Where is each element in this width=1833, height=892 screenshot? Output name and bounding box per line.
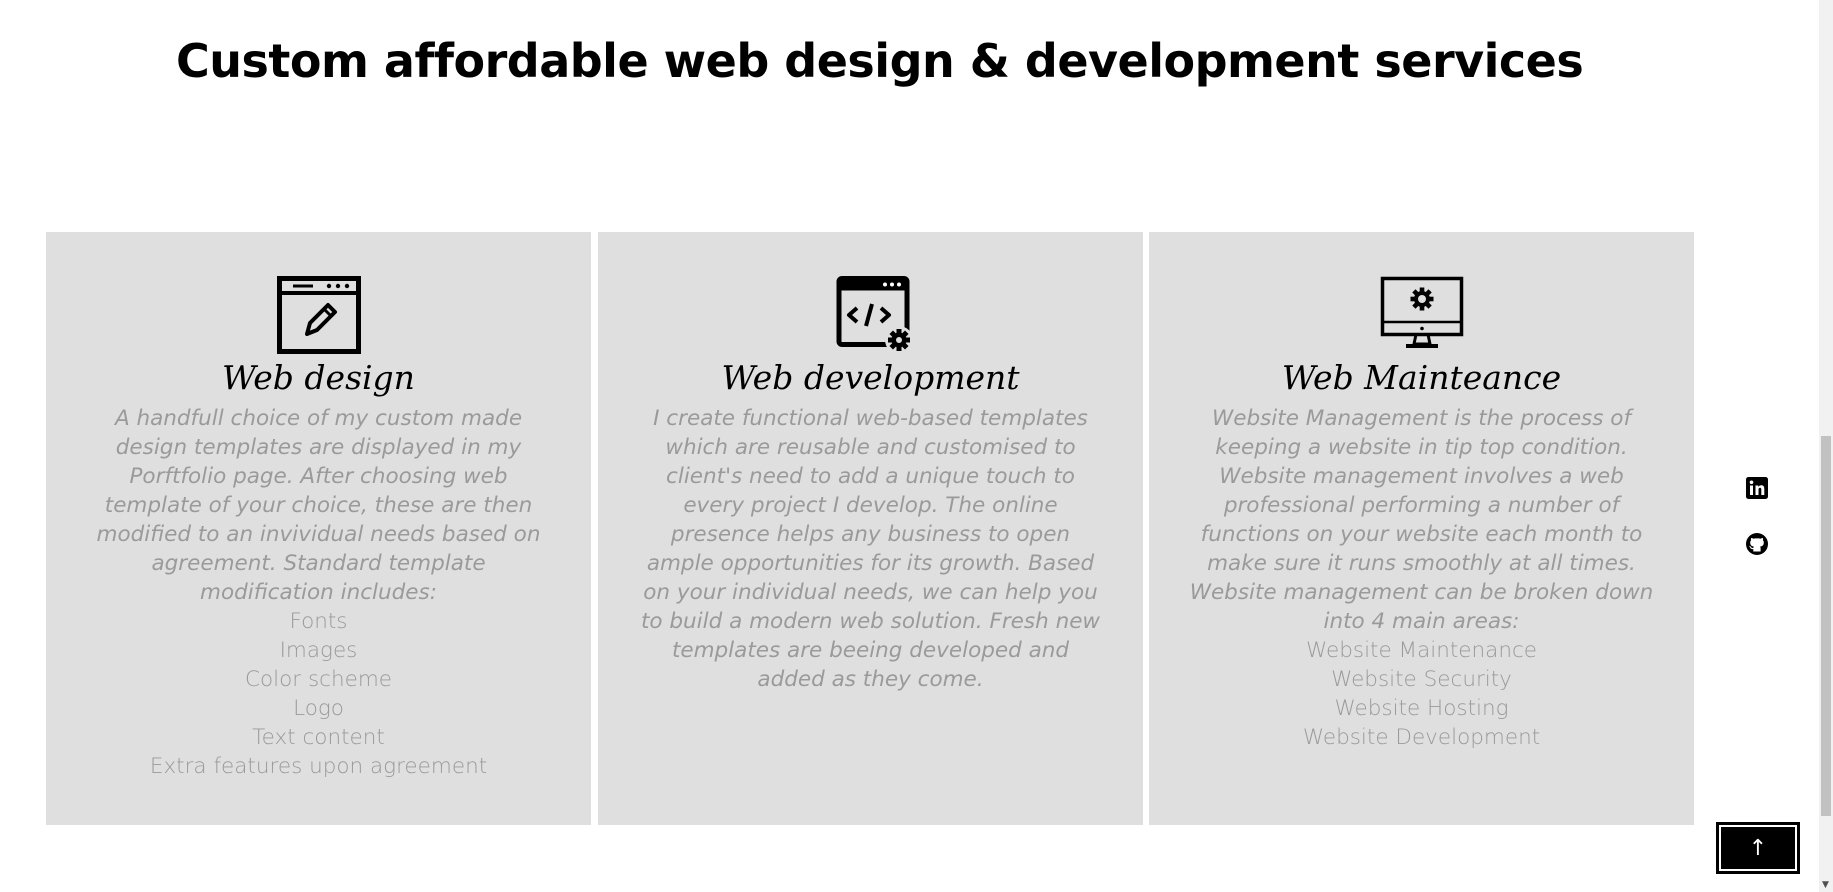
page: Custom affordable web design & developme… xyxy=(0,0,1833,892)
list-item: Color scheme xyxy=(244,667,392,692)
list-item: Text content xyxy=(252,725,385,750)
page-scrollbar[interactable]: ▼ xyxy=(1819,0,1833,892)
service-card-web-development: Web development I create functional web-… xyxy=(598,232,1143,825)
service-title: Web design xyxy=(222,358,415,397)
monitor-gear-icon xyxy=(1380,276,1464,354)
service-body: I create functional web-based templates … xyxy=(598,404,1143,694)
page-title: Custom affordable web design & developme… xyxy=(176,34,1584,88)
github-link[interactable] xyxy=(1744,532,1770,561)
github-icon xyxy=(1745,532,1769,561)
service-body: Website Management is the process of kee… xyxy=(1149,404,1694,752)
scroll-down-arrow-icon[interactable]: ▼ xyxy=(1822,880,1829,890)
service-title: Web Mainteance xyxy=(1281,358,1562,397)
list-item: Fonts xyxy=(289,609,348,634)
service-body: A handfull choice of my custom made desi… xyxy=(46,404,591,781)
linkedin-icon xyxy=(1746,476,1768,504)
service-feature-list: Website Maintenance Website Security Web… xyxy=(1189,636,1654,752)
service-description: Website Management is the process of kee… xyxy=(1189,406,1654,634)
browser-edit-icon xyxy=(276,276,361,354)
linkedin-link[interactable] xyxy=(1744,476,1770,504)
service-description: A handfull choice of my custom made desi… xyxy=(96,406,541,605)
list-item: Website Security xyxy=(1331,667,1512,692)
list-item: Images xyxy=(279,638,358,663)
list-item: Extra features upon agreement xyxy=(149,754,488,779)
service-description: I create functional web-based templates … xyxy=(640,406,1101,692)
service-feature-list: Fonts Images Color scheme Logo Text cont… xyxy=(90,607,547,781)
service-card-web-design: Web design A handfull choice of my custo… xyxy=(46,232,591,825)
list-item: Logo xyxy=(293,696,344,721)
browser-code-gear-icon xyxy=(829,276,913,354)
list-item: Website Maintenance xyxy=(1306,638,1537,663)
service-title: Web development xyxy=(721,358,1020,397)
service-card-web-maintenance: Web Mainteance Website Management is the… xyxy=(1149,232,1694,825)
back-to-top-button[interactable]: ↑ xyxy=(1716,822,1800,874)
list-item: Website Hosting xyxy=(1334,696,1509,721)
list-item: Website Development xyxy=(1302,725,1541,750)
scrollbar-thumb[interactable] xyxy=(1821,436,1831,816)
